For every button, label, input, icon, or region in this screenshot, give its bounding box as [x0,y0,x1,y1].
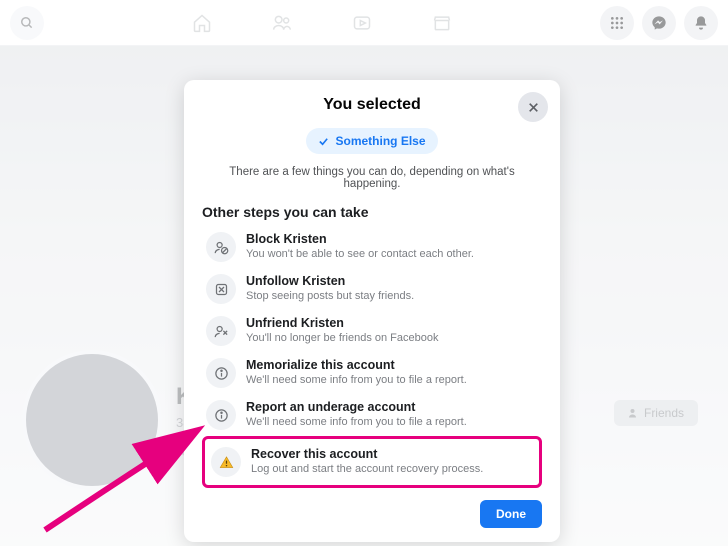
steps-list: Block Kristen You won't be able to see o… [202,226,542,488]
step-title: Unfriend Kristen [246,316,439,330]
step-unfollow[interactable]: Unfollow Kristen Stop seeing posts but s… [202,268,542,310]
step-title: Unfollow Kristen [246,274,414,288]
block-icon [206,232,236,262]
check-icon [318,136,329,147]
step-title: Memorialize this account [246,358,467,372]
step-subtitle: You'll no longer be friends on Facebook [246,332,439,344]
section-heading: Other steps you can take [202,204,542,220]
done-button-label: Done [496,507,526,521]
warning-icon [211,447,241,477]
unfriend-icon [206,316,236,346]
step-memorialize[interactable]: Memorialize this account We'll need some… [202,352,542,394]
chip-label: Something Else [335,134,425,148]
step-subtitle: We'll need some info from you to file a … [246,374,467,386]
step-recover-account[interactable]: Recover this account Log out and start t… [202,436,542,488]
info-icon [206,400,236,430]
step-unfriend[interactable]: Unfriend Kristen You'll no longer be fri… [202,310,542,352]
done-button[interactable]: Done [480,500,542,528]
step-title: Report an underage account [246,400,467,414]
step-subtitle: We'll need some info from you to file a … [246,416,467,428]
step-subtitle: Stop seeing posts but stay friends. [246,290,414,302]
step-title: Block Kristen [246,232,474,246]
step-subtitle: Log out and start the account recovery p… [251,463,483,475]
step-subtitle: You won't be able to see or contact each… [246,248,474,260]
info-icon [206,358,236,388]
modal-title: You selected [202,96,542,114]
step-underage[interactable]: Report an underage account We'll need so… [202,394,542,436]
step-block[interactable]: Block Kristen You won't be able to see o… [202,226,542,268]
modal-lead-text: There are a few things you can do, depen… [202,166,542,190]
close-icon [527,101,540,114]
selected-reason-chip[interactable]: Something Else [306,128,437,154]
unfollow-icon [206,274,236,304]
report-modal: You selected Something Else There are a … [184,80,560,542]
step-title: Recover this account [251,447,483,461]
close-button[interactable] [518,92,548,122]
